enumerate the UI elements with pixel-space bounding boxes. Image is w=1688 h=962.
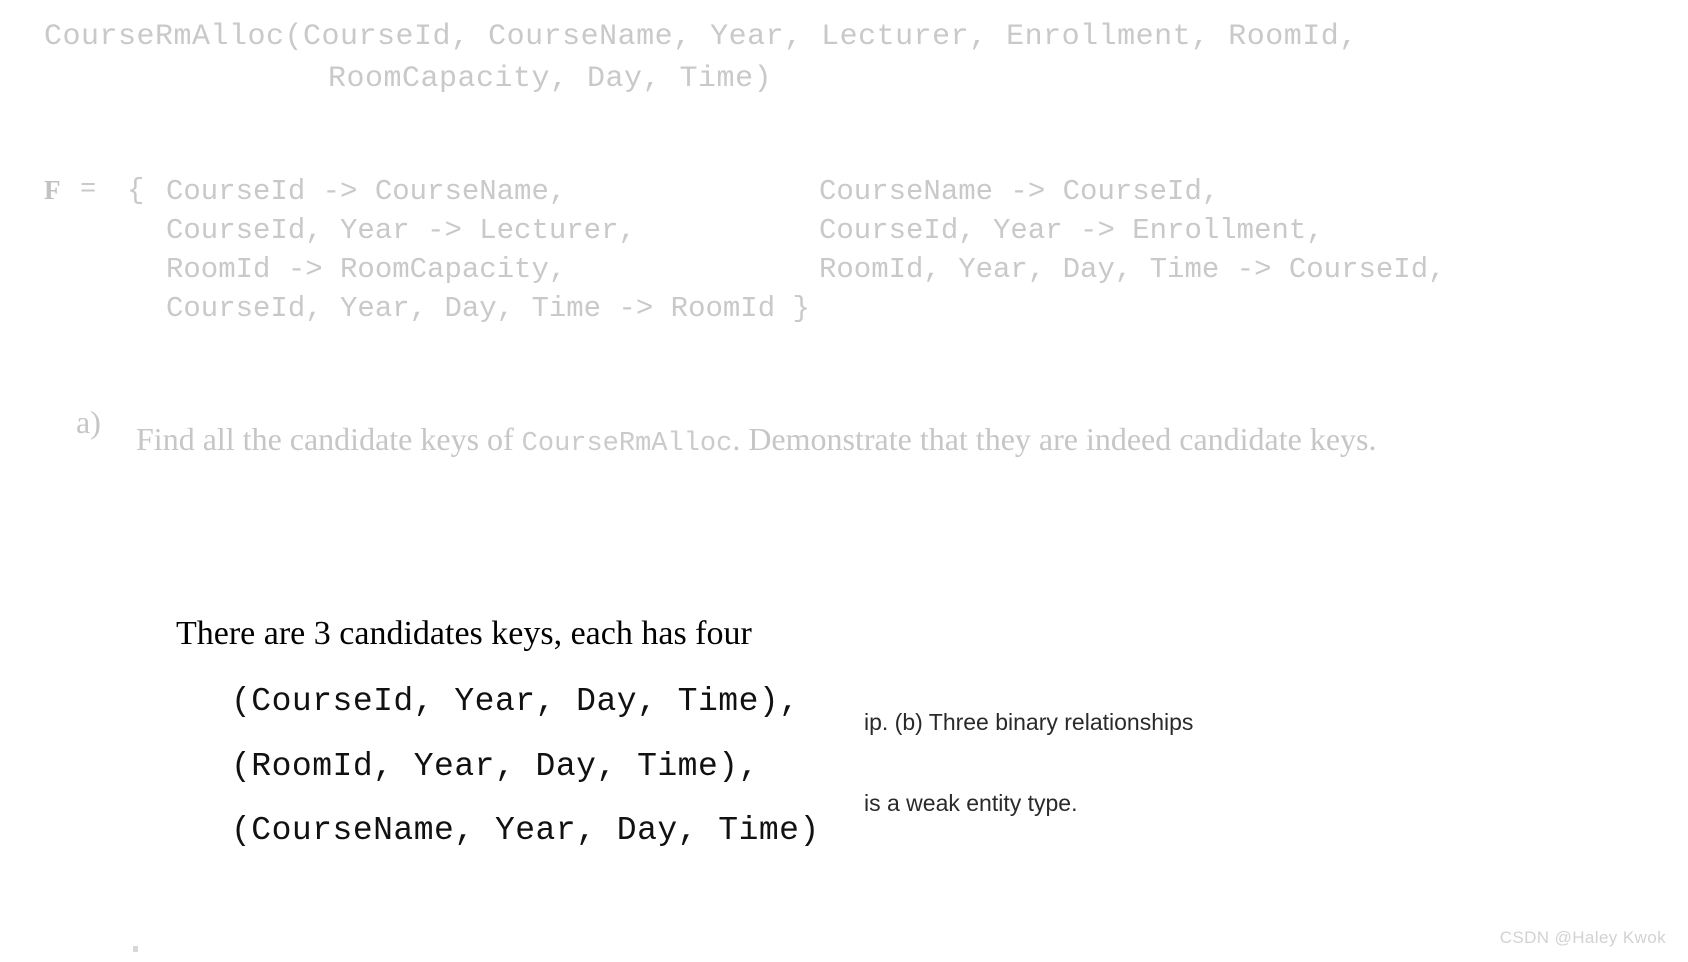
scan-artifact-mark — [133, 946, 138, 952]
answer-heading: There are 3 candidates keys, each has fo… — [176, 615, 752, 652]
question-a-text-before: Find all the candidate keys of — [136, 421, 522, 457]
relation-schema-line-2: RoomCapacity, Day, Time) — [328, 62, 773, 96]
question-a-text: Find all the candidate keys of CourseRmA… — [136, 404, 1536, 479]
question-a-relation-name: CourseRmAlloc — [521, 429, 733, 459]
fd-equals-sign: = — [80, 175, 97, 205]
fd-set-label: F — [44, 175, 62, 205]
question-a-text-after: . Demonstrate that they are indeed candi… — [732, 421, 1377, 457]
document-page: CourseRmAlloc(CourseId, CourseName, Year… — [0, 0, 1688, 962]
fd-open-brace: { — [127, 174, 145, 207]
scan-caption-line-1: ip. (b) Three binary relationships — [864, 709, 1194, 735]
candidate-key-1: (CourseId, Year, Day, Time), — [231, 683, 800, 720]
candidate-key-2: (RoomId, Year, Day, Time), — [231, 748, 759, 785]
scan-caption-line-2: is a weak entity type. — [864, 790, 1078, 816]
fd-right-column: CourseName -> CourseId, CourseId, Year -… — [819, 175, 1446, 286]
scan-caption-fragment: ip. (b) Three binary relationships is a … — [864, 655, 1193, 871]
relation-schema-line-1: CourseRmAlloc(CourseId, CourseName, Year… — [44, 20, 1358, 54]
fd-left-column: CourseId -> CourseName, CourseId, Year -… — [166, 175, 810, 325]
candidate-key-3: (CourseName, Year, Day, Time) — [231, 812, 820, 849]
question-a-marker: a) — [76, 404, 101, 440]
csdn-watermark: CSDN @Haley Kwok — [1499, 928, 1666, 947]
